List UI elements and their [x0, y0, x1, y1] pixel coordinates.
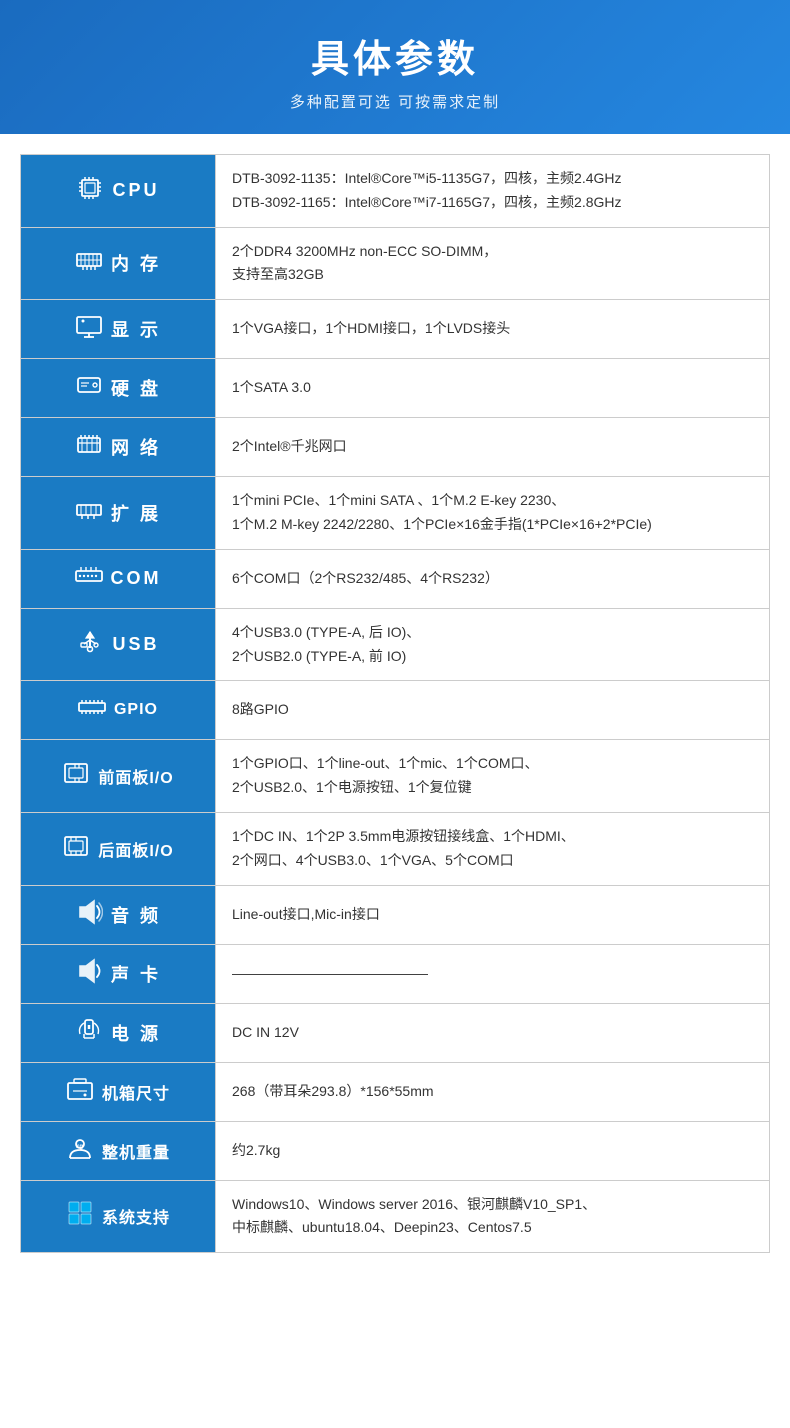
gpio-icon [78, 693, 106, 727]
spec-value-case: 268（带耳朵293.8）*156*55mm [216, 1062, 770, 1121]
table-row: kg 整机重量约2.7kg [21, 1121, 770, 1180]
spec-label-usb: USB [21, 608, 216, 681]
spec-value-power: DC IN 12V [216, 1003, 770, 1062]
spec-label-audio: 音 频 [21, 885, 216, 944]
table-row: 后面板I/O 1个DC IN、1个2P 3.5mm电源按钮接线盒、1个HDMI、2… [21, 812, 770, 885]
spec-value-hdd: 1个SATA 3.0 [216, 359, 770, 418]
spec-label-text-soundcard: 声 卡 [111, 961, 161, 987]
spec-label-text-com: COM [111, 568, 162, 589]
sound-icon [75, 957, 103, 991]
frontio-icon [62, 759, 90, 793]
page-title: 具体参数 [20, 28, 770, 83]
spec-label-gpio: GPIO [21, 681, 216, 740]
table-row: 系统支持 Windows10、Windows server 2016、银河麒麟V1… [21, 1180, 770, 1253]
spec-value-com: 6个COM口（2个RS232/485、4个RS232） [216, 549, 770, 608]
spec-label-text-hdd: 硬 盘 [111, 375, 161, 401]
spec-label-text-power: 电 源 [111, 1020, 161, 1046]
spec-value-usb: 4个USB3.0 (TYPE-A, 后 IO)、2个USB2.0 (TYPE-A… [216, 608, 770, 681]
spec-value-audio: Line-out接口,Mic-in接口 [216, 885, 770, 944]
table-row: 音 频 Line-out接口,Mic-in接口 [21, 885, 770, 944]
spec-value-os: Windows10、Windows server 2016、银河麒麟V10_SP… [216, 1180, 770, 1253]
table-row: 内 存 2个DDR4 3200MHz non-ECC SO-DIMM，支持至高32… [21, 227, 770, 300]
spec-label-text-gpio: GPIO [114, 701, 158, 719]
cpu-icon [76, 174, 104, 208]
spec-label-text-cpu: CPU [112, 180, 159, 201]
spec-label-os: 系统支持 [21, 1180, 216, 1253]
spec-label-case: 机箱尺寸 [21, 1062, 216, 1121]
audio-icon [75, 898, 103, 932]
backio-icon [62, 832, 90, 866]
spec-label-text-usb: USB [112, 634, 159, 655]
table-row: USB 4个USB3.0 (TYPE-A, 后 IO)、2个USB2.0 (TYP… [21, 608, 770, 681]
table-row: GPIO 8路GPIO [21, 681, 770, 740]
net-icon [75, 430, 103, 464]
spec-label-net: 网 络 [21, 418, 216, 477]
usb-icon [76, 628, 104, 662]
table-row: 前面板I/O 1个GPIO口、1个line-out、1个mic、1个COM口、2个… [21, 740, 770, 813]
page-subtitle: 多种配置可选 可按需求定制 [20, 91, 770, 112]
spec-value-display: 1个VGA接口，1个HDMI接口，1个LVDS接头 [216, 300, 770, 359]
spec-value-backio: 1个DC IN、1个2P 3.5mm电源按钮接线盒、1个HDMI、2个网口、4个… [216, 812, 770, 885]
spec-label-power: 电 源 [21, 1003, 216, 1062]
os-icon [66, 1199, 94, 1233]
table-row: 机箱尺寸 268（带耳朵293.8）*156*55mm [21, 1062, 770, 1121]
table-row: 显 示 1个VGA接口，1个HDMI接口，1个LVDS接头 [21, 300, 770, 359]
spec-label-text-weight: 整机重量 [102, 1139, 170, 1163]
display-icon [75, 312, 103, 346]
spec-label-text-display: 显 示 [111, 316, 161, 342]
power-icon [75, 1016, 103, 1050]
table-row: CPU DTB-3092-1135：Intel®Core™i5-1135G7，四核… [21, 155, 770, 228]
spec-label-weight: kg 整机重量 [21, 1121, 216, 1180]
spec-label-text-net: 网 络 [111, 434, 161, 460]
spec-label-text-ram: 内 存 [111, 250, 161, 276]
case-icon [66, 1075, 94, 1109]
spec-label-text-frontio: 前面板I/O [98, 764, 173, 788]
spec-label-ram: 内 存 [21, 227, 216, 300]
spec-label-hdd: 硬 盘 [21, 359, 216, 418]
header: 具体参数 多种配置可选 可按需求定制 [0, 0, 790, 134]
spec-value-soundcard: —————————————— [216, 944, 770, 1003]
spec-label-expand: 扩 展 [21, 477, 216, 550]
table-row: 电 源 DC IN 12V [21, 1003, 770, 1062]
spec-value-net: 2个Intel®千兆网口 [216, 418, 770, 477]
svg-text:kg: kg [76, 1144, 83, 1150]
spec-label-text-backio: 后面板I/O [98, 837, 173, 861]
spec-label-backio: 后面板I/O [21, 812, 216, 885]
table-row: 扩 展 1个mini PCIe、1个mini SATA 、1个M.2 E-key … [21, 477, 770, 550]
expand-icon [75, 496, 103, 530]
spec-label-cpu: CPU [21, 155, 216, 228]
spec-label-com: COM [21, 549, 216, 608]
spec-value-ram: 2个DDR4 3200MHz non-ECC SO-DIMM，支持至高32GB [216, 227, 770, 300]
spec-label-text-expand: 扩 展 [111, 500, 161, 526]
spec-label-text-case: 机箱尺寸 [102, 1080, 170, 1104]
table-row: 声 卡 —————————————— [21, 944, 770, 1003]
spec-value-gpio: 8路GPIO [216, 681, 770, 740]
page-wrapper: 具体参数 多种配置可选 可按需求定制 CPU DTB-3092-1135：Inte… [0, 0, 790, 1428]
spec-label-text-os: 系统支持 [102, 1204, 170, 1228]
spec-value-expand: 1个mini PCIe、1个mini SATA 、1个M.2 E-key 223… [216, 477, 770, 550]
table-row: 硬 盘 1个SATA 3.0 [21, 359, 770, 418]
spec-label-text-audio: 音 频 [111, 902, 161, 928]
com-icon [75, 562, 103, 596]
spec-value-cpu: DTB-3092-1135：Intel®Core™i5-1135G7，四核，主频… [216, 155, 770, 228]
hdd-icon [75, 371, 103, 405]
spec-label-soundcard: 声 卡 [21, 944, 216, 1003]
table-row: 网 络 2个Intel®千兆网口 [21, 418, 770, 477]
spec-label-frontio: 前面板I/O [21, 740, 216, 813]
spec-table: CPU DTB-3092-1135：Intel®Core™i5-1135G7，四核… [20, 154, 770, 1253]
ram-icon [75, 246, 103, 280]
spec-label-display: 显 示 [21, 300, 216, 359]
table-row: COM 6个COM口（2个RS232/485、4个RS232） [21, 549, 770, 608]
weight-icon: kg [66, 1134, 94, 1168]
spec-value-frontio: 1个GPIO口、1个line-out、1个mic、1个COM口、2个USB2.0… [216, 740, 770, 813]
spec-value-weight: 约2.7kg [216, 1121, 770, 1180]
